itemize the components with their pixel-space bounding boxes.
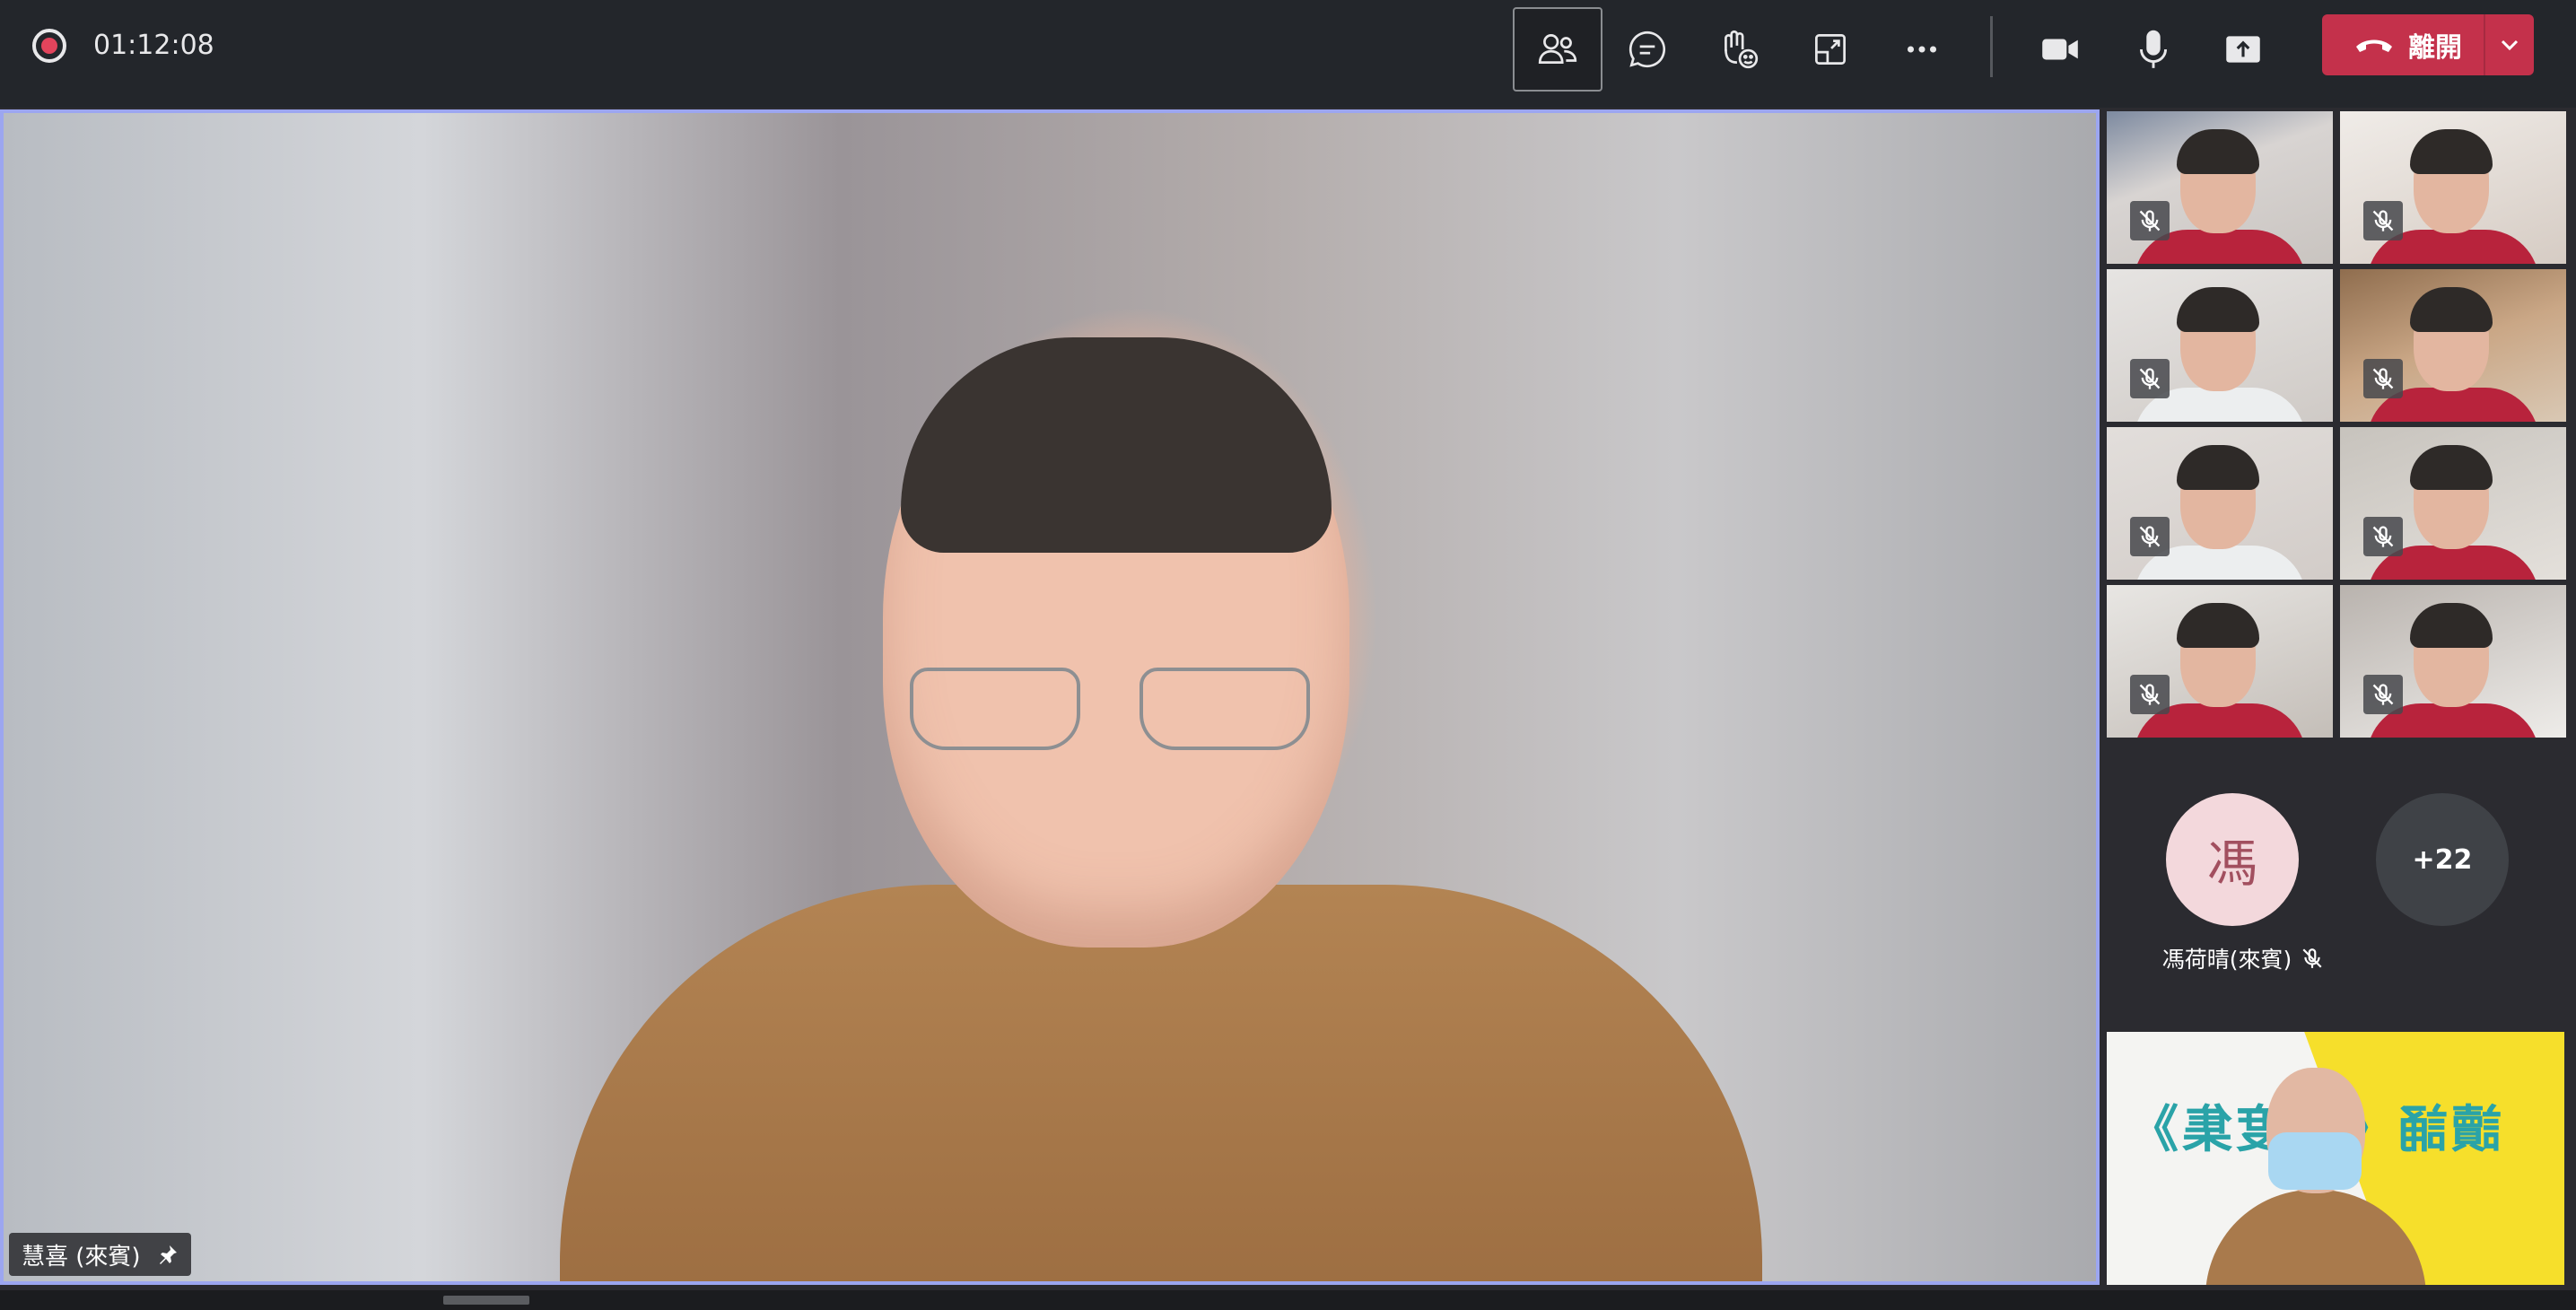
camera-button[interactable] [2015,7,2105,92]
hang-up-icon [2356,39,2392,52]
chevron-down-icon [2501,39,2519,51]
scrollbar-thumb[interactable] [443,1296,529,1305]
reactions-button[interactable] [1694,7,1784,92]
camera-icon [2042,39,2078,60]
mic-off-icon [2372,684,2394,705]
mic-button[interactable] [2109,7,2198,92]
ellipsis-icon [1907,46,1937,53]
avatar-participant-name: 馮荷晴(來賓) [2126,940,2360,976]
raise-hand-icon [1725,30,1759,69]
speaker-glasses-right [1140,668,1310,750]
call-timer: 01:12:08 [93,30,214,61]
mic-off-icon [2139,368,2161,389]
bottom-scrollbar[interactable] [0,1290,2576,1310]
participant-tile[interactable] [2107,111,2333,264]
share-tray-icon [2226,36,2260,63]
muted-badge [2130,675,2170,714]
participants-button[interactable] [1513,7,1602,92]
muted-badge [2363,201,2403,240]
self-view-mask [2268,1132,2362,1190]
mic-off-icon [2139,210,2161,231]
muted-badge [2130,201,2170,240]
avatar-name-text: 馮荷晴(來賓) [2161,947,2292,973]
speaker-name: 慧喜 (來賓) [22,1243,141,1271]
leave-label: 離開 [2408,32,2462,64]
muted-badge [2363,359,2403,398]
avatar-initial: 馮 [2207,834,2257,894]
toolbar-divider [1990,16,1993,77]
main-speaker-video[interactable]: 慧喜 (來賓) [0,109,2100,1285]
participant-tile[interactable] [2340,585,2566,738]
people-icon [1538,34,1577,64]
more-actions-button[interactable] [1877,7,1967,92]
call-toolbar: 01:12:08 離開 [0,0,2576,108]
mic-off-icon [2372,526,2394,547]
leave-options-button[interactable] [2485,14,2534,75]
muted-badge [2363,675,2403,714]
participant-tile[interactable] [2340,269,2566,422]
more-participants-count: +22 [2412,843,2473,876]
speaker-hair [901,337,1332,553]
chat-bubble-icon [1629,31,1665,68]
view-button[interactable] [1786,7,1875,92]
microphone-icon [2140,30,2167,68]
leave-main-action[interactable]: 離開 [2322,14,2484,75]
participant-tile[interactable] [2107,427,2333,580]
self-view-video[interactable]: 讀誦《六度集》 [2107,1032,2564,1285]
recording-icon [32,29,66,63]
speaker-glasses-left [910,668,1080,750]
mic-off-icon [2139,684,2161,705]
participant-tile[interactable] [2340,427,2566,580]
mic-off-icon [2372,210,2394,231]
participant-tile[interactable] [2107,585,2333,738]
leave-button[interactable]: 離開 [2322,14,2534,75]
share-button[interactable] [2198,7,2288,92]
participant-tile[interactable] [2107,269,2333,422]
mic-off-icon [2139,526,2161,547]
mic-off-icon [2302,948,2322,968]
muted-badge [2130,517,2170,556]
muted-badge [2130,359,2170,398]
muted-badge [2363,517,2403,556]
mic-off-icon [2372,368,2394,389]
participant-avatar[interactable]: 馮 [2166,793,2299,926]
pin-icon[interactable] [157,1244,179,1265]
speaker-name-label: 慧喜 (來賓) [9,1233,191,1276]
chat-button[interactable] [1602,7,1692,92]
participant-tile[interactable] [2340,111,2566,264]
layout-icon [1815,34,1846,65]
more-participants-button[interactable]: +22 [2376,793,2509,926]
